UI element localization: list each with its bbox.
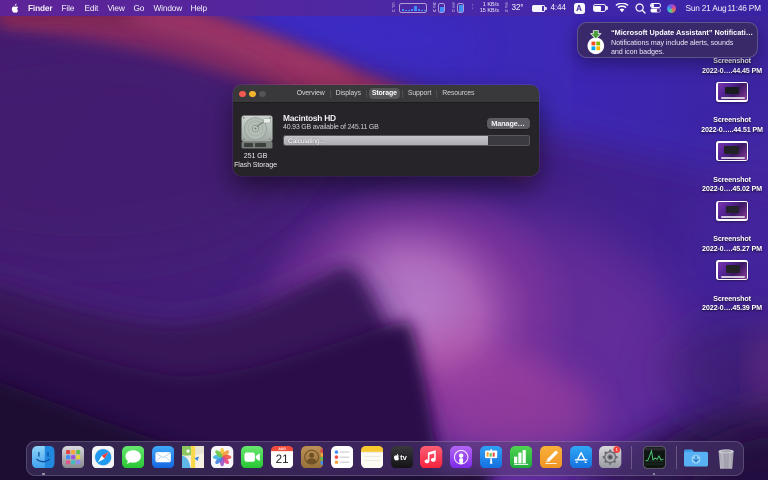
svg-text:21: 21 xyxy=(276,453,289,466)
svg-text:tv: tv xyxy=(400,453,408,462)
svg-text:AUG: AUG xyxy=(278,447,286,451)
